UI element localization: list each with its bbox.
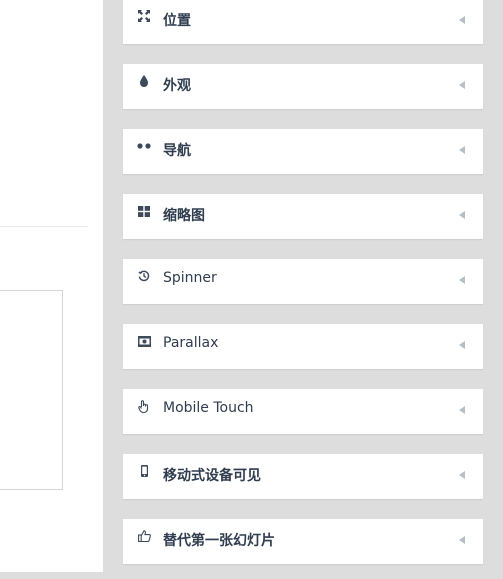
two-dots-icon <box>137 139 151 153</box>
collapse-caret-icon <box>459 536 465 544</box>
mobile-phone-icon <box>137 464 151 478</box>
section-label: 替代第一张幻灯片 <box>163 533 275 549</box>
collapse-caret-icon <box>459 211 465 219</box>
section-mobile-touch[interactable]: Mobile Touch <box>123 389 483 434</box>
grid-icon <box>137 204 151 218</box>
section-alternative-first-slide[interactable]: 替代第一张幻灯片 <box>123 519 483 564</box>
collapse-caret-icon <box>459 341 465 349</box>
collapse-caret-icon <box>459 276 465 284</box>
section-navigation[interactable]: 导航 <box>123 129 483 174</box>
section-label: Spinner <box>163 270 217 286</box>
section-label: 导航 <box>163 143 191 159</box>
collapse-caret-icon <box>459 146 465 154</box>
history-icon <box>137 269 151 283</box>
collapse-caret-icon <box>459 406 465 414</box>
section-label: 外观 <box>163 78 191 94</box>
section-label: 移动式设备可见 <box>163 468 261 484</box>
collapse-caret-icon <box>459 471 465 479</box>
section-label: Mobile Touch <box>163 400 254 416</box>
content-box <box>0 290 63 490</box>
image-frame-icon <box>137 334 151 348</box>
section-thumbnails[interactable]: 缩略图 <box>123 194 483 239</box>
section-parallax[interactable]: Parallax <box>123 324 483 369</box>
main-content-panel <box>0 0 103 572</box>
section-label: 位置 <box>163 13 191 29</box>
thumbs-up-icon <box>137 529 151 543</box>
arrows-expand-icon <box>137 9 151 23</box>
section-position[interactable]: 位置 <box>123 0 483 44</box>
section-mobile-visibility[interactable]: 移动式设备可见 <box>123 454 483 499</box>
droplet-icon <box>137 74 151 88</box>
section-label: Parallax <box>163 335 219 351</box>
hand-pointer-icon <box>137 399 151 413</box>
section-label: 缩略图 <box>163 208 205 224</box>
collapse-caret-icon <box>459 16 465 24</box>
section-spinner[interactable]: Spinner <box>123 259 483 304</box>
content-divider <box>0 226 88 227</box>
section-appearance[interactable]: 外观 <box>123 64 483 109</box>
collapse-caret-icon <box>459 81 465 89</box>
